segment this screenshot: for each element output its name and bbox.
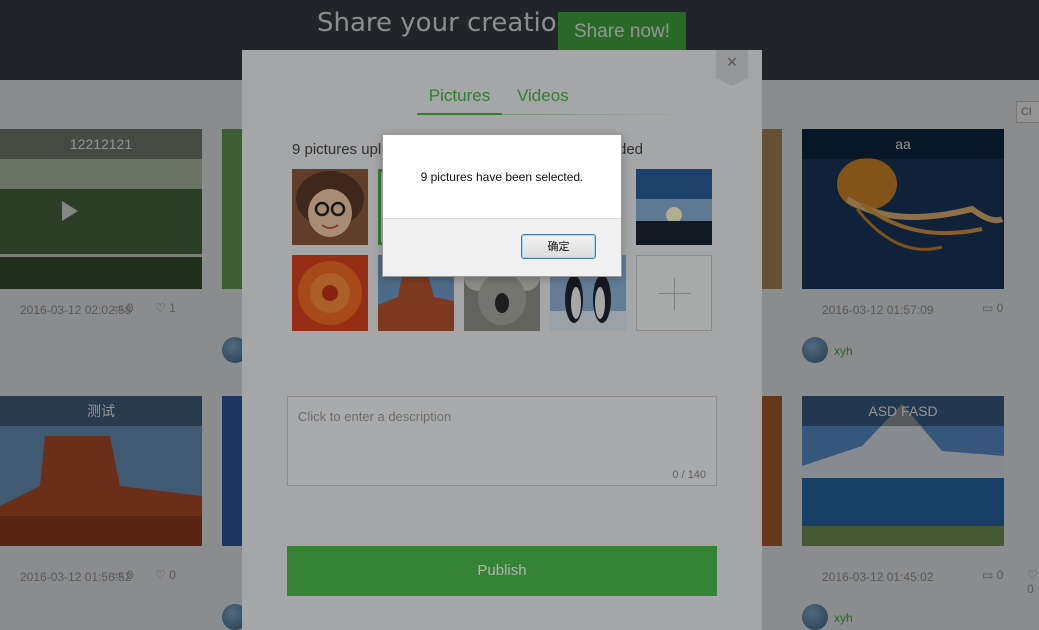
alert-footer: 确定 (383, 218, 621, 276)
alert-dialog: 9 pictures have been selected. 确定 (382, 134, 622, 277)
ok-button[interactable]: 确定 (521, 234, 596, 259)
alert-message: 9 pictures have been selected. (420, 170, 584, 184)
